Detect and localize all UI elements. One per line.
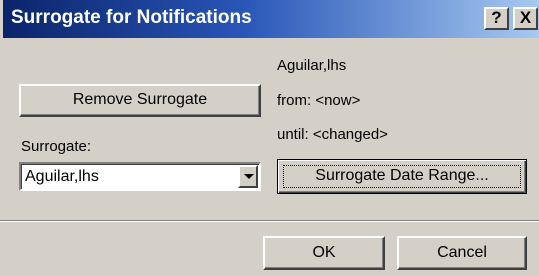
cancel-label: Cancel — [437, 244, 487, 261]
ok-label: OK — [312, 244, 336, 261]
ok-button[interactable]: OK — [263, 236, 385, 270]
focus-rectangle — [283, 165, 521, 188]
surrogate-date-range-button[interactable]: Surrogate Date Range... — [277, 159, 527, 194]
chevron-down-icon[interactable] — [238, 165, 258, 188]
title-bar[interactable]: Surrogate for Notifications ? X — [3, 0, 539, 38]
surrogate-combobox-value: Aguilar,lhs — [25, 168, 99, 185]
surrogate-combobox[interactable]: Aguilar,lhs — [19, 162, 261, 191]
remove-surrogate-button[interactable]: Remove Surrogate — [19, 84, 261, 117]
surrogate-field-label: Surrogate: — [21, 138, 92, 155]
help-button[interactable]: ? — [484, 7, 509, 30]
close-button[interactable]: X — [513, 7, 538, 30]
dialog-title: Surrogate for Notifications — [11, 7, 252, 28]
surrogate-name-label: Aguilar,lhs — [277, 57, 347, 74]
until-date-label: until: <changed> — [277, 126, 388, 143]
surrogate-dialog: Surrogate for Notifications ? X Aguilar,… — [0, 0, 539, 276]
remove-surrogate-label: Remove Surrogate — [72, 91, 208, 108]
separator-line — [0, 220, 539, 222]
cancel-button[interactable]: Cancel — [397, 236, 527, 270]
from-date-label: from: <now> — [277, 92, 361, 109]
